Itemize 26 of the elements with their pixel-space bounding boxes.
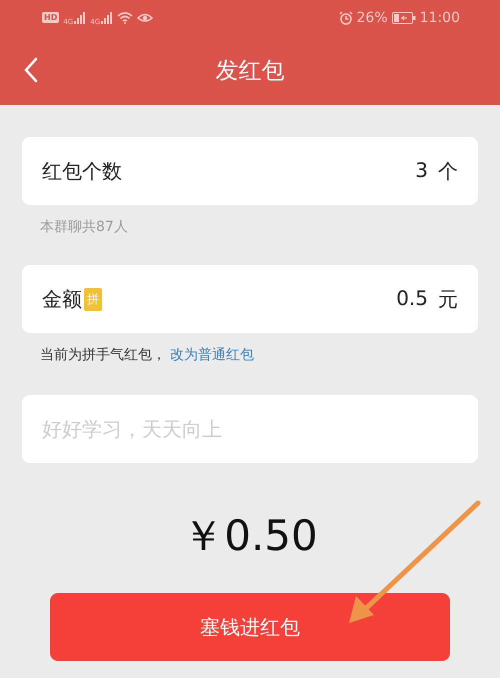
- signal-icon: [101, 12, 114, 24]
- back-icon: [24, 57, 38, 83]
- unit-label: 元: [438, 286, 458, 312]
- page-title: 发红包: [216, 56, 284, 86]
- signal-icon: [74, 12, 86, 24]
- hd-badge: HD: [42, 12, 60, 23]
- battery-icon: [392, 12, 416, 24]
- field-value: 0.5: [396, 286, 428, 312]
- eye-icon: [137, 11, 154, 24]
- battery-percent: 26%: [356, 10, 388, 26]
- clock-time: 11:00: [420, 10, 460, 26]
- alarm-icon: [338, 10, 353, 24]
- amount-field[interactable]: 金额 拼 0.5 元: [22, 265, 478, 333]
- wifi-icon: [117, 11, 134, 24]
- submit-button[interactable]: 塞钱进红包: [50, 593, 450, 661]
- member-count-text: 本群聊共87人: [39, 218, 129, 237]
- hint-text: 当前为拼手气红包， 改为普通红包: [39, 346, 255, 365]
- count-field[interactable]: 红包个数 3 个: [22, 137, 478, 205]
- unit-label: 个: [438, 158, 458, 184]
- field-label: 金额: [42, 286, 82, 312]
- back-button[interactable]: [24, 57, 38, 83]
- field-label: 红包个数: [42, 158, 122, 184]
- switch-link[interactable]: 改为普通红包: [170, 347, 254, 363]
- random-badge: 拼: [84, 288, 102, 310]
- field-value: 3: [415, 158, 428, 184]
- total-amount: ￥0.50: [181, 510, 319, 562]
